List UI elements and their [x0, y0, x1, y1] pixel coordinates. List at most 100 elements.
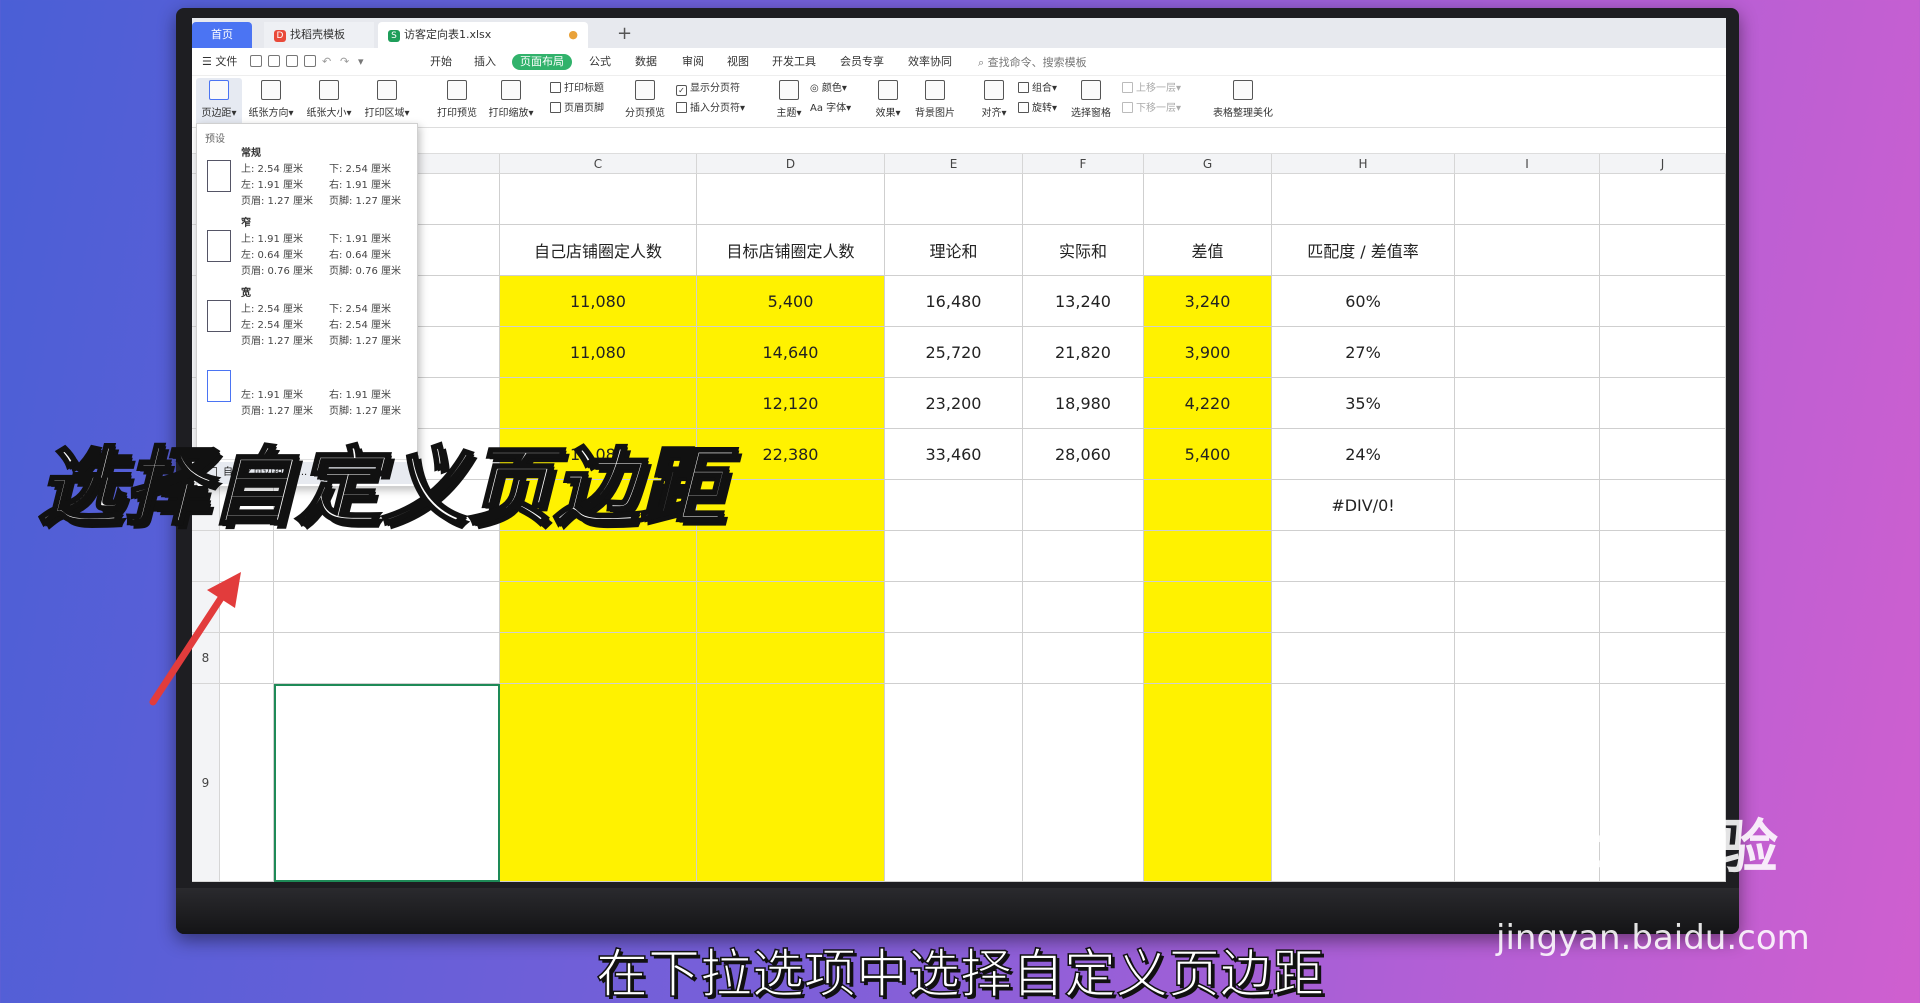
table-cell[interactable]: [1455, 378, 1600, 429]
margin-preset-option[interactable]: 左: 1.91 厘米 右: 1.91 厘米 页眉: 1.27 厘米 页脚: 1.…: [197, 354, 417, 426]
table-cell[interactable]: 60%: [1272, 276, 1455, 327]
bring-forward-button[interactable]: 上移一层▾: [1122, 82, 1181, 96]
table-cell[interactable]: [1023, 531, 1144, 582]
table-cell[interactable]: [1023, 582, 1144, 633]
table-cell[interactable]: [274, 633, 500, 684]
margins-button[interactable]: 页边距▾: [196, 78, 242, 126]
group-button[interactable]: 组合▾: [1018, 82, 1057, 96]
new-tab-icon[interactable]: +: [617, 22, 632, 46]
table-cell[interactable]: [1272, 531, 1455, 582]
print-preview-button[interactable]: 打印预览: [432, 78, 482, 119]
color-button[interactable]: ◎ 颜色▾: [810, 82, 847, 96]
table-cell[interactable]: 差值: [1144, 225, 1272, 276]
table-cell[interactable]: 理论和: [885, 225, 1023, 276]
table-cell[interactable]: [885, 684, 1023, 882]
table-cell[interactable]: [1272, 582, 1455, 633]
table-cell[interactable]: 21,820: [1023, 327, 1144, 378]
table-cell[interactable]: [1144, 174, 1272, 225]
menu-collab[interactable]: 效率协同: [908, 54, 952, 70]
table-cell[interactable]: [1455, 480, 1600, 531]
table-cell[interactable]: [1272, 633, 1455, 684]
command-search[interactable]: ⌕ 查找命令、搜索模板: [978, 54, 1087, 70]
table-cell[interactable]: [1144, 531, 1272, 582]
menu-developer[interactable]: 开发工具: [772, 54, 816, 70]
customize-qa-icon[interactable]: ▾: [358, 54, 364, 70]
rotate-button[interactable]: 旋转▾: [1018, 102, 1057, 116]
tab-workbook[interactable]: S 访客定向表1.xlsx ●: [378, 22, 588, 48]
table-cell[interactable]: [500, 174, 697, 225]
print-title-button[interactable]: 打印标题: [550, 82, 604, 96]
table-cell[interactable]: [500, 633, 697, 684]
table-cell[interactable]: [1144, 633, 1272, 684]
column-header-i[interactable]: I: [1455, 154, 1600, 174]
table-cell[interactable]: [1600, 174, 1726, 225]
table-cell[interactable]: [1600, 225, 1726, 276]
table-cell[interactable]: 23,200: [885, 378, 1023, 429]
undo-icon[interactable]: ↶: [322, 54, 331, 70]
insert-page-break-button[interactable]: 插入分页符▾: [676, 102, 745, 116]
save-icon[interactable]: [250, 55, 262, 67]
table-cell[interactable]: [885, 633, 1023, 684]
background-button[interactable]: 背景图片: [910, 78, 960, 119]
table-cell[interactable]: 35%: [1272, 378, 1455, 429]
table-cell[interactable]: 11,080: [500, 327, 697, 378]
table-cell[interactable]: [885, 174, 1023, 225]
table-cell[interactable]: 16,480: [885, 276, 1023, 327]
table-cell[interactable]: [1272, 174, 1455, 225]
menu-home[interactable]: 开始: [430, 54, 452, 70]
menu-review[interactable]: 审阅: [682, 54, 704, 70]
table-cell[interactable]: [697, 633, 885, 684]
select-pane-button[interactable]: 选择窗格: [1066, 78, 1116, 119]
menu-data[interactable]: 数据: [635, 54, 657, 70]
table-cell[interactable]: [500, 582, 697, 633]
margin-preset-option[interactable]: 宽 上: 2.54 厘米 下: 2.54 厘米 左: 2.54 厘米 右: 2.…: [197, 284, 417, 356]
column-header-c[interactable]: C: [500, 154, 697, 174]
table-cell[interactable]: 5,400: [697, 276, 885, 327]
table-cell[interactable]: [1023, 633, 1144, 684]
table-cell[interactable]: [1023, 174, 1144, 225]
table-cell[interactable]: [1600, 276, 1726, 327]
table-cell[interactable]: [697, 582, 885, 633]
export-icon[interactable]: [268, 55, 280, 67]
effect-button[interactable]: 效果▾: [870, 78, 906, 119]
row-header[interactable]: 9: [192, 684, 220, 882]
print-area-button[interactable]: 打印区域▾: [360, 78, 414, 119]
table-cell[interactable]: [1455, 429, 1600, 480]
menu-formula[interactable]: 公式: [589, 54, 611, 70]
table-cell[interactable]: 18,980: [1023, 378, 1144, 429]
table-cell[interactable]: 24%: [1272, 429, 1455, 480]
table-cell[interactable]: 3,900: [1144, 327, 1272, 378]
table-cell[interactable]: 4,220: [1144, 378, 1272, 429]
table-cell[interactable]: [1600, 327, 1726, 378]
table-cell[interactable]: 25,720: [885, 327, 1023, 378]
column-header-f[interactable]: F: [1023, 154, 1144, 174]
table-cell[interactable]: [1455, 276, 1600, 327]
table-cell[interactable]: [1600, 633, 1726, 684]
table-cell[interactable]: #DIV/0!: [1272, 480, 1455, 531]
table-cell[interactable]: [697, 684, 885, 882]
table-cell[interactable]: [1272, 684, 1455, 882]
print-icon[interactable]: [286, 55, 298, 67]
table-cell[interactable]: [1600, 429, 1726, 480]
menu-view[interactable]: 视图: [727, 54, 749, 70]
table-cell[interactable]: [1455, 327, 1600, 378]
menu-insert[interactable]: 插入: [474, 54, 496, 70]
column-header-d[interactable]: D: [697, 154, 885, 174]
table-cell[interactable]: [1455, 633, 1600, 684]
table-cell[interactable]: [1144, 480, 1272, 531]
table-cell[interactable]: [1455, 531, 1600, 582]
send-backward-button[interactable]: 下移一层▾: [1122, 102, 1181, 116]
margin-preset-option[interactable]: 常规 上: 2.54 厘米 下: 2.54 厘米 左: 1.91 厘米 右: 1…: [197, 144, 417, 216]
column-header-h[interactable]: H: [1272, 154, 1455, 174]
menu-page-layout[interactable]: 页面布局: [512, 54, 572, 70]
table-cell[interactable]: [1455, 582, 1600, 633]
table-cell[interactable]: [220, 684, 274, 882]
table-cell[interactable]: 33,460: [885, 429, 1023, 480]
table-cell[interactable]: [1600, 531, 1726, 582]
column-header-j[interactable]: J: [1600, 154, 1726, 174]
table-cell[interactable]: [1144, 684, 1272, 882]
table-cell[interactable]: [1144, 582, 1272, 633]
table-cell[interactable]: 27%: [1272, 327, 1455, 378]
redo-icon[interactable]: ↷: [340, 54, 349, 70]
table-cell[interactable]: [885, 531, 1023, 582]
